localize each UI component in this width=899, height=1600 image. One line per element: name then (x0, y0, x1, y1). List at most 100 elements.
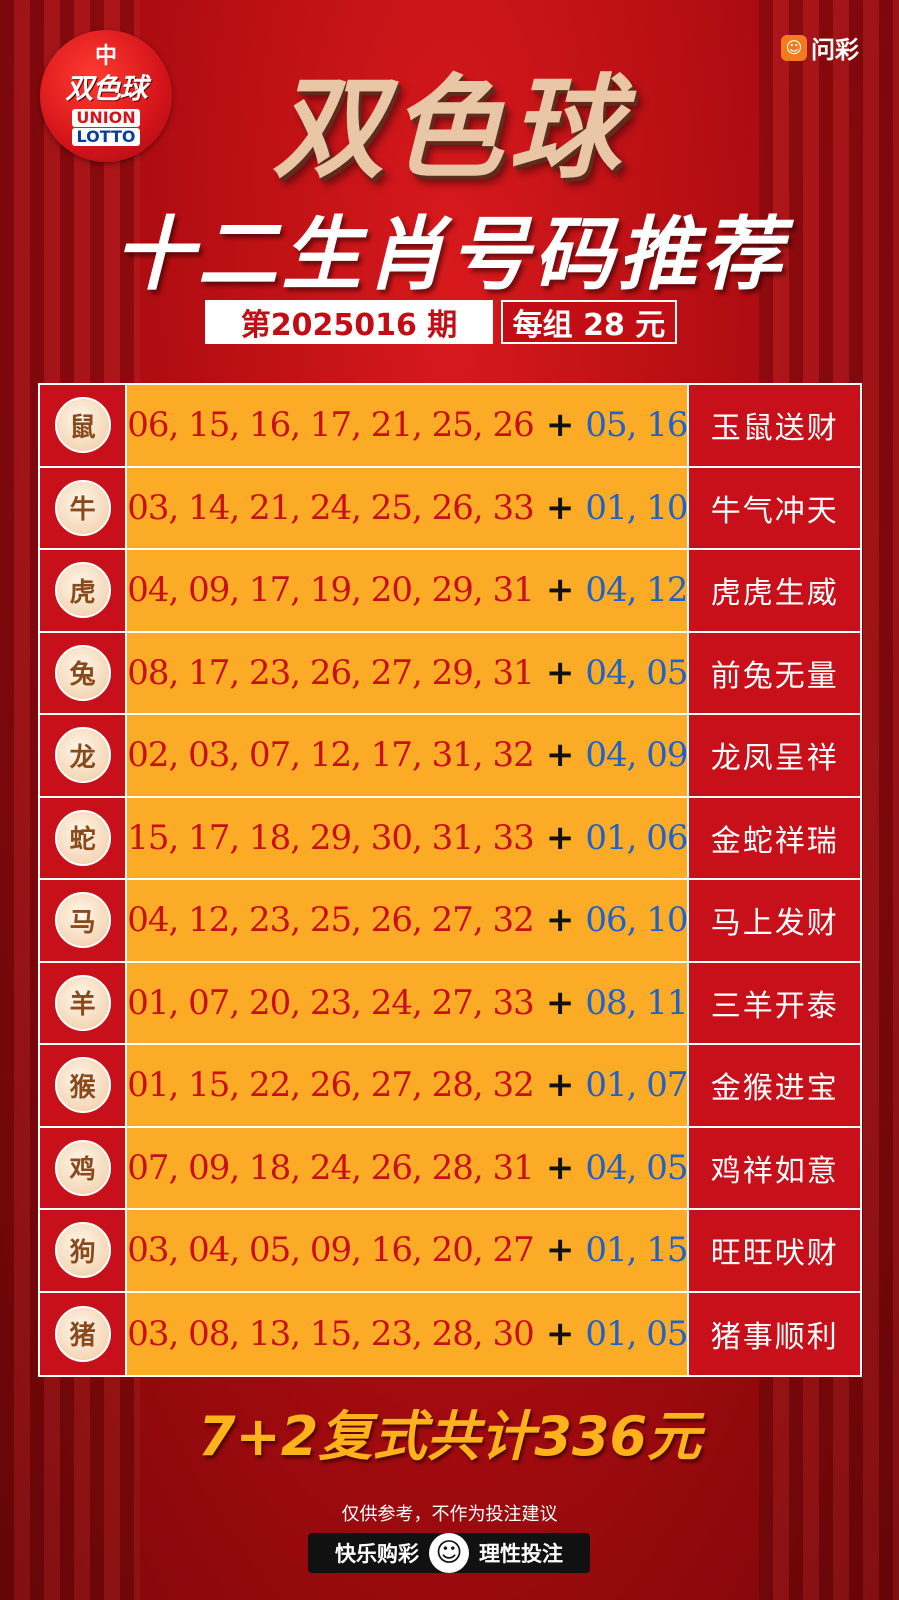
snake-icon: 蛇 (54, 809, 111, 866)
zodiac-phrase: 鸡祥如意 (689, 1127, 860, 1208)
table-row: 鼠 06, 15, 16, 17, 21, 25, 26 +05, 16 玉鼠送财 (40, 385, 860, 468)
blue-balls: 04, 05 (585, 1147, 688, 1188)
table-row: 鸡 07, 09, 18, 24, 26, 28, 31 +04, 05 鸡祥如意 (40, 1127, 860, 1210)
red-balls: 06, 15, 16, 17, 21, 25, 26 (127, 405, 535, 446)
red-balls: 03, 04, 05, 09, 16, 20, 27 (127, 1230, 535, 1271)
rat-icon: 鼠 (54, 397, 111, 454)
numbers-cell: 08, 17, 23, 26, 27, 29, 31 +04, 05 (127, 632, 690, 713)
red-balls: 01, 07, 20, 23, 24, 27, 33 (127, 982, 535, 1023)
zodiac-cell: 马 (40, 880, 128, 961)
plus-sign: + (545, 900, 574, 941)
zodiac-phrase: 猪事顺利 (689, 1292, 860, 1375)
page-subtitle: 十二生肖号码推荐 (113, 208, 786, 301)
blue-balls: 04, 09 (585, 735, 688, 776)
zodiac-phrase: 龙凤呈祥 (689, 715, 860, 796)
zodiac-cell: 虎 (40, 550, 128, 631)
blue-balls: 01, 05 (585, 1313, 688, 1354)
blue-balls: 01, 07 (585, 1065, 688, 1106)
zodiac-cell: 龙 (40, 715, 128, 796)
monkey-icon: 猴 (54, 1057, 111, 1114)
red-balls: 07, 09, 18, 24, 26, 28, 31 (127, 1147, 535, 1188)
red-balls: 03, 14, 21, 24, 25, 26, 33 (127, 487, 535, 528)
numbers-cell: 06, 15, 16, 17, 21, 25, 26 +05, 16 (127, 385, 690, 466)
blue-balls: 04, 12 (585, 570, 688, 611)
zodiac-phrase: 旺旺吠财 (689, 1210, 860, 1291)
zodiac-cell: 猪 (40, 1292, 128, 1375)
dragon-icon: 龙 (54, 727, 111, 784)
plus-sign: + (545, 405, 574, 446)
zodiac-number-table: 鼠 06, 15, 16, 17, 21, 25, 26 +05, 16 玉鼠送财牛 0… (38, 383, 862, 1377)
numbers-cell: 03, 08, 13, 15, 23, 28, 30 +01, 05 (127, 1292, 690, 1375)
table-row: 兔 08, 17, 23, 26, 27, 29, 31 +04, 05 前兔无量 (40, 632, 860, 715)
plus-sign: + (545, 1230, 574, 1271)
zodiac-cell: 狗 (40, 1210, 128, 1291)
rooster-icon: 鸡 (54, 1139, 111, 1196)
zodiac-cell: 牛 (40, 467, 128, 548)
rabbit-icon: 兔 (54, 644, 111, 701)
red-balls: 02, 03, 07, 12, 17, 31, 32 (127, 735, 535, 776)
numbers-cell: 03, 14, 21, 24, 25, 26, 33 +01, 10 (127, 467, 690, 548)
numbers-cell: 07, 09, 18, 24, 26, 28, 31 +04, 05 (127, 1127, 690, 1208)
pig-icon: 猪 (54, 1305, 111, 1362)
smiley-icon: ☺ (429, 1533, 469, 1573)
blue-balls: 01, 10 (585, 487, 688, 528)
plus-sign: + (545, 487, 574, 528)
plus-sign: + (545, 652, 574, 693)
table-row: 牛 03, 14, 21, 24, 25, 26, 33 +01, 10 牛气冲天 (40, 467, 860, 550)
zodiac-cell: 兔 (40, 632, 128, 713)
table-row: 蛇 15, 17, 18, 29, 30, 31, 33 +01, 06 金蛇祥瑞 (40, 797, 860, 880)
numbers-cell: 01, 15, 22, 26, 27, 28, 32 +01, 07 (127, 1045, 690, 1126)
goat-icon: 羊 (54, 974, 111, 1031)
page-title: 双色球 (272, 64, 627, 194)
zodiac-phrase: 前兔无量 (689, 632, 860, 713)
numbers-cell: 15, 17, 18, 29, 30, 31, 33 +01, 06 (127, 797, 690, 878)
table-row: 羊 01, 07, 20, 23, 24, 27, 33 +08, 11 三羊开泰 (40, 962, 860, 1045)
blue-balls: 08, 11 (585, 982, 688, 1023)
table-row: 猴 01, 15, 22, 26, 27, 28, 32 +01, 07 金猴进宝 (40, 1045, 860, 1128)
dog-icon: 狗 (54, 1222, 111, 1279)
blue-balls: 06, 10 (585, 900, 688, 941)
blue-balls: 05, 16 (585, 405, 688, 446)
zodiac-cell: 鸡 (40, 1127, 128, 1208)
total-cost: 7+2复式共计336元 (197, 1405, 702, 1468)
table-row: 猪 03, 08, 13, 15, 23, 28, 30 +01, 05 猪事顺利 (40, 1292, 860, 1375)
numbers-cell: 01, 07, 20, 23, 24, 27, 33 +08, 11 (127, 962, 690, 1043)
numbers-cell: 04, 12, 23, 25, 26, 27, 32 +06, 10 (127, 880, 690, 961)
plus-sign: + (545, 817, 574, 858)
plus-sign: + (545, 1147, 574, 1188)
red-balls: 15, 17, 18, 29, 30, 31, 33 (127, 817, 535, 858)
zodiac-cell: 羊 (40, 962, 128, 1043)
zodiac-phrase: 金蛇祥瑞 (689, 797, 860, 878)
zodiac-phrase: 三羊开泰 (689, 962, 860, 1043)
plus-sign: + (545, 735, 574, 776)
footer-slogan: 快乐购彩 ☺ 理性投注 (308, 1533, 590, 1573)
numbers-cell: 04, 09, 17, 19, 20, 29, 31 +04, 12 (127, 550, 690, 631)
red-balls: 08, 17, 23, 26, 27, 29, 31 (127, 652, 535, 693)
plus-sign: + (545, 1313, 574, 1354)
blue-balls: 04, 05 (585, 652, 688, 693)
tiger-icon: 虎 (54, 562, 111, 619)
plus-sign: + (545, 982, 574, 1023)
red-balls: 04, 12, 23, 25, 26, 27, 32 (127, 900, 535, 941)
red-balls: 03, 08, 13, 15, 23, 28, 30 (127, 1313, 535, 1354)
table-row: 狗 03, 04, 05, 09, 16, 20, 27 +01, 15 旺旺吠财 (40, 1210, 860, 1293)
zodiac-phrase: 玉鼠送财 (689, 385, 860, 466)
price-per-group: 每组 28 元 (501, 300, 677, 344)
zodiac-phrase: 虎虎生威 (689, 550, 860, 631)
red-balls: 01, 15, 22, 26, 27, 28, 32 (127, 1065, 535, 1106)
zodiac-cell: 猴 (40, 1045, 128, 1126)
ox-icon: 牛 (54, 479, 111, 536)
footer-left-text: 快乐购彩 (335, 1542, 419, 1566)
horse-icon: 马 (54, 892, 111, 949)
zodiac-cell: 鼠 (40, 385, 128, 466)
blue-balls: 01, 06 (585, 817, 688, 858)
zodiac-phrase: 牛气冲天 (689, 467, 860, 548)
plus-sign: + (545, 1065, 574, 1106)
plus-sign: + (545, 570, 574, 611)
disclaimer: 仅供参考，不作为投注建议 (341, 1504, 558, 1525)
footer-right-text: 理性投注 (479, 1542, 563, 1566)
table-row: 龙 02, 03, 07, 12, 17, 31, 32 +04, 09 龙凤呈祥 (40, 715, 860, 798)
zodiac-cell: 蛇 (40, 797, 128, 878)
blue-balls: 01, 15 (585, 1230, 688, 1271)
issue-number: 第2025016 期 (205, 300, 493, 344)
